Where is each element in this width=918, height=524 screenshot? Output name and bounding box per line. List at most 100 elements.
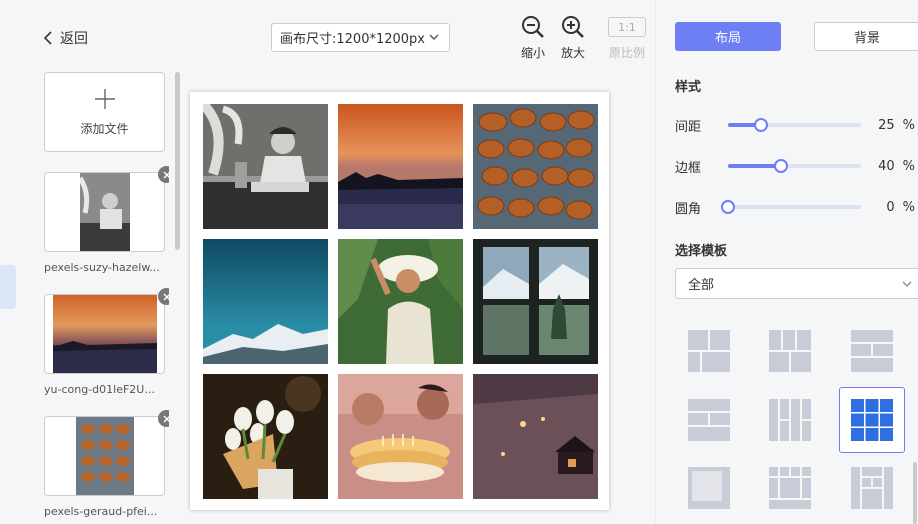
collage-cell[interactable] [338, 374, 463, 499]
chevron-down-icon [429, 34, 439, 40]
template-filter-value: 全部 [688, 278, 715, 293]
close-icon [163, 293, 169, 300]
canvas-size-select[interactable]: 画布尺寸:1200*1200px [271, 23, 450, 52]
layout-template-icon [851, 330, 893, 372]
add-file-label: 添加文件 [80, 121, 129, 136]
layout-template-icon [769, 467, 811, 509]
file-list-scrollbar[interactable] [175, 72, 180, 250]
collage-cell[interactable] [203, 104, 328, 229]
collage-cell[interactable] [338, 104, 463, 229]
photo-croissants [473, 104, 598, 229]
slider-label: 间距 [675, 119, 702, 135]
photo-thumb-portrait [79, 173, 130, 251]
template-option-selected[interactable] [839, 387, 905, 453]
slider-value: 25 [878, 117, 895, 133]
back-label: 返回 [60, 31, 88, 47]
template-option[interactable] [676, 318, 742, 384]
template-option[interactable] [839, 455, 905, 521]
grid-3x3-template-icon [851, 399, 893, 441]
collage-cell[interactable] [203, 374, 328, 499]
collage-cell[interactable] [473, 374, 598, 499]
chevron-down-icon [902, 281, 912, 287]
photo-woman-hat [338, 239, 463, 364]
settings-panel: 布局 背景 样式 间距 25 % 边框 40 % 圆角 0 % 选择模板 全部 [655, 0, 918, 524]
layout-template-icon [688, 467, 730, 509]
photo-tulips [203, 374, 328, 499]
template-option[interactable] [757, 318, 823, 384]
photo-sunset-lake [338, 104, 463, 229]
photo-thumb-croissants [75, 417, 134, 495]
slider-unit: % [902, 158, 915, 174]
slider-label: 边框 [675, 160, 702, 176]
file-name: pexels-suzy-hazelw... [44, 261, 160, 274]
layout-template-icon [769, 330, 811, 372]
collage-canvas[interactable] [190, 92, 609, 510]
file-item[interactable]: pexels-suzy-hazelw... [44, 166, 169, 274]
slider-value: 0 [886, 199, 895, 215]
layout-template-icon [769, 399, 811, 441]
template-filter-select[interactable]: 全部 [675, 268, 918, 299]
zoom-in-label: 放大 [561, 46, 586, 60]
remove-file-button[interactable] [158, 166, 169, 183]
style-section-title: 样式 [675, 80, 702, 95]
tab-background[interactable]: 背景 [814, 22, 918, 51]
add-file-button[interactable]: 添加文件 [44, 72, 165, 152]
photo-snowy-mountains [203, 239, 328, 364]
template-option[interactable] [839, 318, 905, 384]
slider-track[interactable] [721, 200, 861, 214]
plus-icon [94, 88, 115, 109]
file-thumbnail [44, 416, 165, 496]
slider-corner-radius[interactable]: 圆角 0 % [675, 197, 915, 217]
layout-template-icon [851, 467, 893, 509]
slider-handle[interactable] [754, 118, 769, 132]
photo-thumb-sunset [52, 295, 157, 373]
file-name: pexels-geraud-pfei... [44, 505, 158, 518]
file-thumbnail [44, 294, 165, 374]
zoom-in-icon [562, 16, 584, 38]
template-option[interactable] [676, 455, 742, 521]
file-thumbnail [44, 172, 165, 252]
tab-layout[interactable]: 布局 [675, 22, 781, 51]
photo-birthday-cake [338, 374, 463, 499]
collage-cell[interactable] [203, 239, 328, 364]
file-item[interactable]: pexels-geraud-pfei... [44, 410, 169, 518]
close-icon [163, 415, 169, 422]
slider-track[interactable] [728, 118, 861, 132]
zoom-in-button[interactable]: 放大 [561, 15, 585, 61]
template-section-title: 选择模板 [675, 244, 728, 259]
template-option[interactable] [676, 387, 742, 453]
ratio-label: 原比例 [608, 46, 645, 60]
layout-template-icon [688, 330, 730, 372]
collage-cell[interactable] [338, 239, 463, 364]
slider-unit: % [902, 117, 915, 133]
canvas-size-value: 画布尺寸:1200*1200px [280, 32, 425, 47]
collage-cell[interactable] [473, 104, 598, 229]
slider-unit: % [902, 199, 915, 215]
zoom-out-label: 缩小 [521, 46, 546, 60]
slider-spacing[interactable]: 间距 25 % [675, 115, 915, 135]
template-option[interactable] [757, 387, 823, 453]
close-icon [163, 171, 169, 178]
slider-handle[interactable] [774, 159, 789, 173]
zoom-out-button[interactable]: 缩小 [521, 15, 545, 61]
panel-scrollbar[interactable] [913, 462, 917, 524]
layout-template-icon [688, 399, 730, 441]
remove-file-button[interactable] [158, 410, 169, 427]
slider-border[interactable]: 边框 40 % [675, 156, 915, 176]
file-item[interactable]: yu-cong-d01leF2U... [44, 288, 169, 396]
original-ratio-button[interactable]: 1:1 原比例 [608, 15, 646, 61]
photo-vintage-portrait [203, 104, 328, 229]
left-edge-tab[interactable] [0, 265, 16, 309]
remove-file-button[interactable] [158, 288, 169, 305]
photo-snowy-night [473, 374, 598, 499]
slider-handle[interactable] [721, 200, 736, 214]
slider-track[interactable] [728, 159, 861, 173]
zoom-out-icon [522, 16, 544, 38]
template-option[interactable] [757, 455, 823, 521]
photo-window-mountains [473, 239, 598, 364]
file-name: yu-cong-d01leF2U... [44, 383, 155, 396]
collage-cell[interactable] [473, 239, 598, 364]
file-list[interactable]: 添加文件 pexels-suzy-hazelw... yu-cong-d01le… [44, 72, 169, 524]
back-button[interactable]: 返回 [42, 28, 88, 48]
slider-value: 40 [878, 158, 895, 174]
